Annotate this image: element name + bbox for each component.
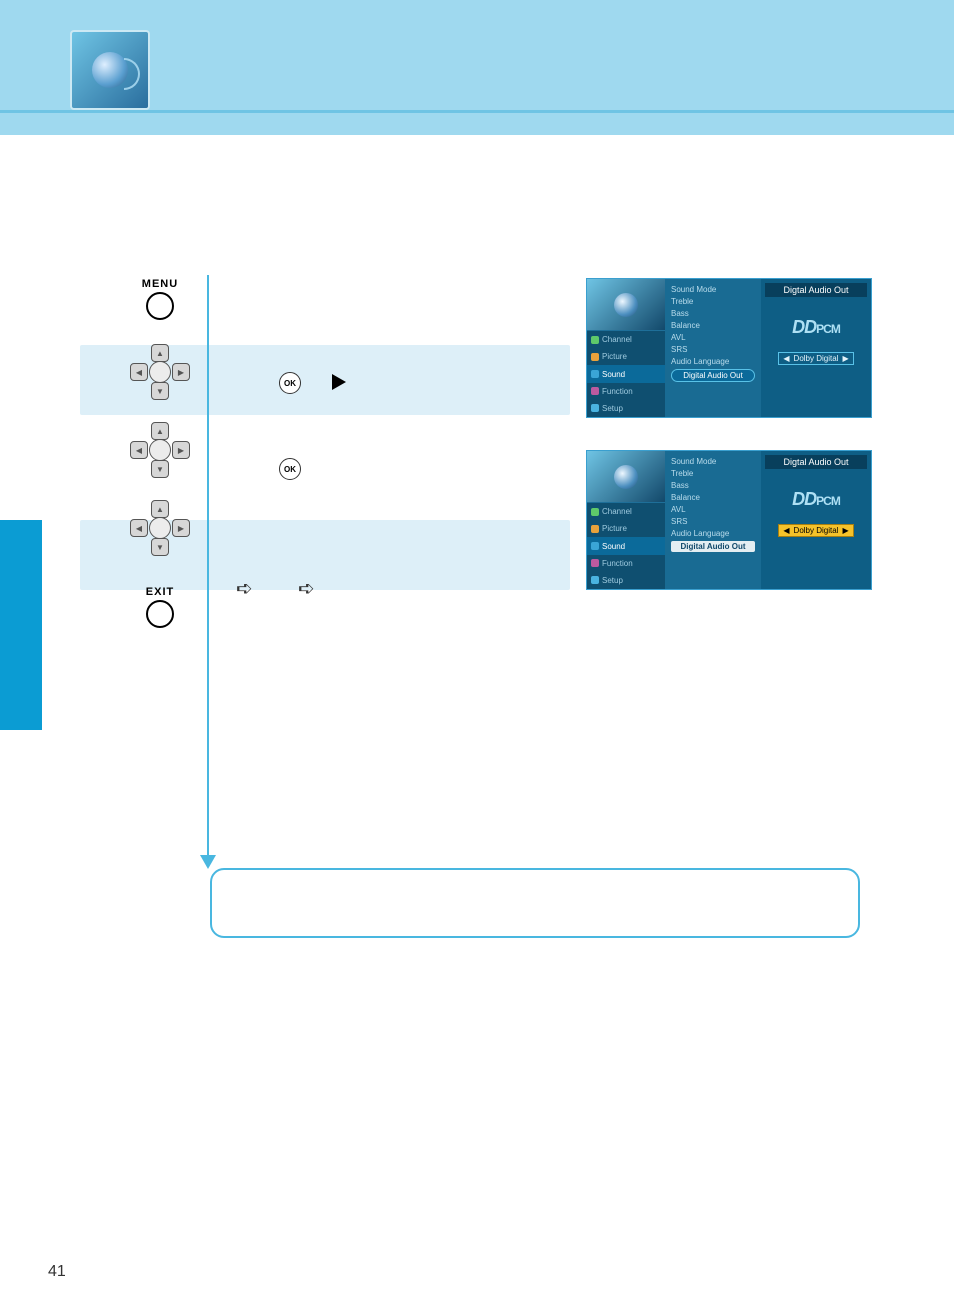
dpad-step-1: ▲ ▼ ◀ ▶ bbox=[120, 344, 200, 400]
note-box bbox=[210, 868, 860, 938]
osd-menu-item: Balance bbox=[671, 321, 755, 330]
osd-menu-item: SRS bbox=[671, 345, 755, 354]
speaker-shape bbox=[92, 52, 128, 88]
osd-nav-item: Function bbox=[587, 555, 665, 572]
menu-label: MENU bbox=[142, 278, 178, 290]
osd-menu-item: AVL bbox=[671, 505, 755, 514]
dpad-center-icon bbox=[149, 439, 171, 461]
osd-menu-column: Sound Mode Treble Bass Balance AVL SRS A… bbox=[665, 451, 761, 589]
osd-detail-column: Digtal Audio Out DDPCM ◀ Dolby Digital ▶ bbox=[761, 451, 871, 589]
dolby-pcm-logo-icon: DDPCM bbox=[792, 317, 840, 338]
osd-nav-item: Function bbox=[587, 383, 665, 400]
osd-screenshot-2: Channel Picture Sound Function Setup Sou… bbox=[586, 450, 872, 590]
dpad-down-icon: ▼ bbox=[151, 382, 169, 400]
osd-screenshot-1: Channel Picture Sound Function Setup Sou… bbox=[586, 278, 872, 418]
osd-menu-item-highlighted: Digital Audio Out bbox=[671, 369, 755, 382]
page-number: 41 bbox=[48, 1263, 66, 1281]
dpad-step-2: ▲ ▼ ◀ ▶ bbox=[120, 422, 200, 478]
osd-option-value: ◀ Dolby Digital ▶ bbox=[778, 352, 853, 365]
osd-nav-item: Setup bbox=[587, 572, 665, 589]
ok-button-icon: OK bbox=[279, 458, 301, 480]
dpad-left-icon: ◀ bbox=[130, 363, 148, 381]
osd-option-value-active: ◀ Dolby Digital ▶ bbox=[778, 524, 853, 537]
osd-menu-item: SRS bbox=[671, 517, 755, 526]
play-triangle-icon bbox=[332, 374, 346, 390]
ok-label: OK bbox=[284, 379, 296, 388]
dpad-right-icon: ▶ bbox=[172, 441, 190, 459]
osd-menu-item: Treble bbox=[671, 297, 755, 306]
osd-nav-item: Channel bbox=[587, 331, 665, 348]
osd-nav-item: Picture bbox=[587, 520, 665, 537]
dpad-right-icon: ▶ bbox=[172, 363, 190, 381]
remote-menu-button: MENU bbox=[120, 278, 200, 320]
arrow-right-icon: ➪ bbox=[236, 576, 253, 601]
remote-steps-column: MENU ▲ ▼ ◀ ▶ ▲ ▼ ◀ ▶ ▲ ▼ ◀ ▶ bbox=[120, 278, 200, 628]
chevron-right-icon: ▶ bbox=[842, 354, 848, 363]
osd-nav-item: Channel bbox=[587, 503, 665, 520]
osd-menu-column: Sound Mode Treble Bass Balance AVL SRS A… bbox=[665, 279, 761, 417]
exit-circle-icon bbox=[146, 600, 174, 628]
menu-circle-icon bbox=[146, 292, 174, 320]
osd-menu-item: Bass bbox=[671, 481, 755, 490]
dpad-down-icon: ▼ bbox=[151, 538, 169, 556]
side-tab bbox=[0, 520, 42, 730]
flow-line bbox=[207, 275, 209, 857]
osd-panel-title: Digtal Audio Out bbox=[765, 455, 867, 469]
dolby-pcm-logo-icon: DDPCM bbox=[792, 489, 840, 510]
osd-nav-item: Setup bbox=[587, 400, 665, 417]
osd-thumbnail-icon bbox=[587, 451, 665, 503]
osd-menu-item: Treble bbox=[671, 469, 755, 478]
osd-menu-item: Bass bbox=[671, 309, 755, 318]
osd-nav-list: Channel Picture Sound Function Setup bbox=[587, 503, 665, 589]
dpad-center-icon bbox=[149, 517, 171, 539]
dpad-down-icon: ▼ bbox=[151, 460, 169, 478]
osd-panel-title: Digtal Audio Out bbox=[765, 283, 867, 297]
chevron-left-icon: ◀ bbox=[783, 526, 789, 535]
arrow-right-icon: ➪ bbox=[298, 576, 315, 601]
dpad-step-3: ▲ ▼ ◀ ▶ bbox=[120, 500, 200, 556]
dpad-center-icon bbox=[149, 361, 171, 383]
dpad-up-icon: ▲ bbox=[151, 500, 169, 518]
ok-button-icon: OK bbox=[279, 372, 301, 394]
osd-menu-item: Balance bbox=[671, 493, 755, 502]
dpad-up-icon: ▲ bbox=[151, 344, 169, 362]
ok-label: OK bbox=[284, 465, 296, 474]
osd-menu-item: Sound Mode bbox=[671, 457, 755, 466]
osd-nav-item-selected: Sound bbox=[587, 537, 665, 554]
dpad-left-icon: ◀ bbox=[130, 519, 148, 537]
osd-menu-item-highlighted: Digital Audio Out bbox=[671, 541, 755, 552]
osd-nav-item: Picture bbox=[587, 348, 665, 365]
chevron-right-icon: ▶ bbox=[842, 526, 848, 535]
dpad-icon: ▲ ▼ ◀ ▶ bbox=[130, 422, 190, 478]
dpad-up-icon: ▲ bbox=[151, 422, 169, 440]
osd-detail-column: Digtal Audio Out DDPCM ◀ Dolby Digital ▶ bbox=[761, 279, 871, 417]
header-divider bbox=[0, 110, 954, 113]
dpad-right-icon: ▶ bbox=[172, 519, 190, 537]
osd-menu-item: AVL bbox=[671, 333, 755, 342]
osd-nav-list: Channel Picture Sound Function Setup bbox=[587, 331, 665, 417]
osd-menu-item: Audio Language bbox=[671, 357, 755, 366]
osd-menu-item: Sound Mode bbox=[671, 285, 755, 294]
dpad-left-icon: ◀ bbox=[130, 441, 148, 459]
flow-arrowhead-icon bbox=[200, 855, 216, 869]
speaker-icon bbox=[70, 30, 150, 110]
osd-menu-item: Audio Language bbox=[671, 529, 755, 538]
osd-nav-column: Channel Picture Sound Function Setup bbox=[587, 451, 665, 589]
exit-label: EXIT bbox=[146, 586, 174, 598]
chevron-left-icon: ◀ bbox=[783, 354, 789, 363]
remote-exit-button: EXIT bbox=[120, 586, 200, 628]
dpad-icon: ▲ ▼ ◀ ▶ bbox=[130, 344, 190, 400]
osd-nav-item-selected: Sound bbox=[587, 365, 665, 382]
osd-nav-column: Channel Picture Sound Function Setup bbox=[587, 279, 665, 417]
osd-thumbnail-icon bbox=[587, 279, 665, 331]
dpad-icon: ▲ ▼ ◀ ▶ bbox=[130, 500, 190, 556]
